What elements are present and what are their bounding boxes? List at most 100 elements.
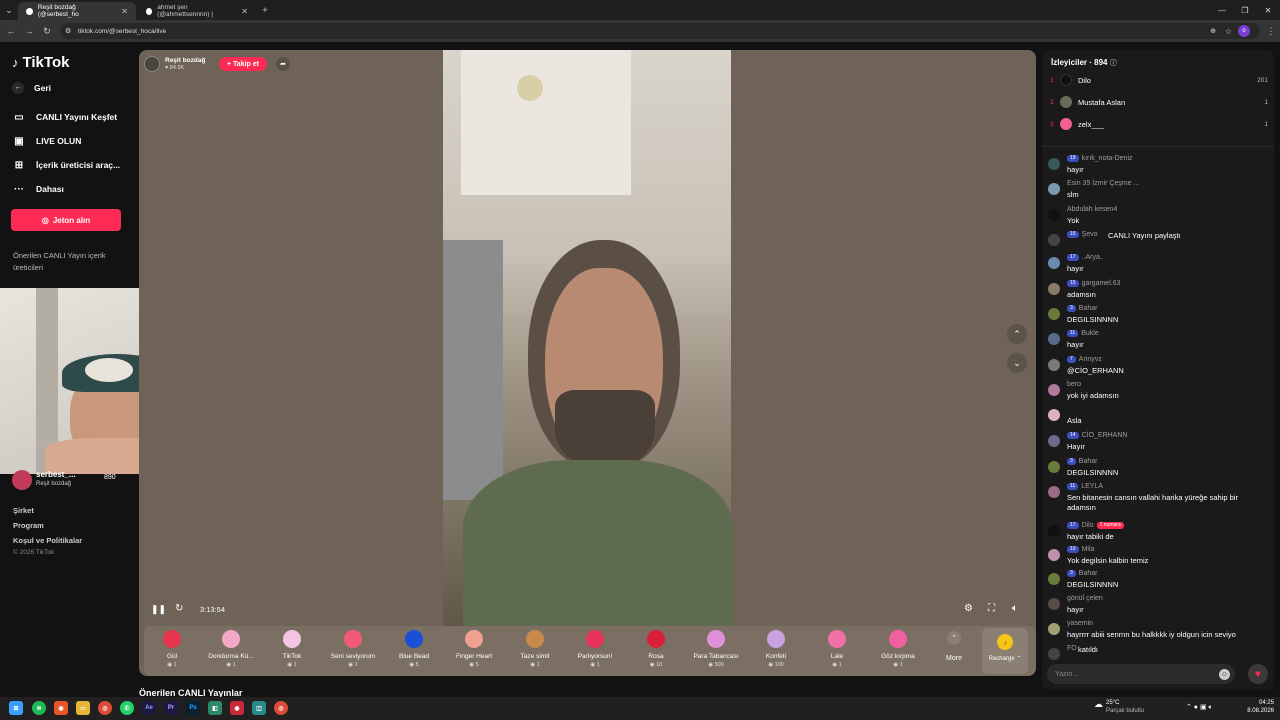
gift-item[interactable]: Göz kırpma ◉ 1 [868, 628, 928, 674]
ranking-row[interactable]: 3 zelx___ 1 [1050, 115, 1268, 133]
sidebar-item-go-live[interactable]: ▣ LIVE OLUN [12, 132, 81, 150]
chat-username[interactable]: gönül çelen [1067, 595, 1103, 602]
info-icon[interactable]: ⓘ [1110, 60, 1117, 67]
pause-icon[interactable]: ❚❚ [151, 604, 166, 615]
sidebar-item-creator-tools[interactable]: ⊞ İçerik üreticisi araç... [12, 156, 120, 174]
chrome-icon[interactable]: ◎ [274, 701, 288, 715]
sidebar-item-explore-live[interactable]: ▭ CANLI Yayını Keşfet [12, 108, 117, 126]
chat-username[interactable]: Abdulah kesen4 [1067, 206, 1117, 213]
weather-widget[interactable]: ☁ 25°C Parçalı bulutlu [1094, 699, 1144, 715]
chat-message[interactable]: Asla [1048, 406, 1268, 430]
recharge-button[interactable]: ♪ Recharge ⌃ [982, 628, 1028, 674]
host-avatar[interactable] [144, 56, 160, 72]
chat-message[interactable]: 10 Mila Yok degilsin kalbin temiz [1048, 546, 1268, 570]
footer-link-program[interactable]: Program [13, 521, 44, 530]
chat-username[interactable]: Dilo [1082, 522, 1094, 529]
tiktok-logo[interactable]: ♪ TikTok [12, 54, 69, 71]
avatar[interactable] [1048, 409, 1060, 421]
gift-item[interactable]: Dondurma Kü... ◉ 1 [201, 628, 261, 674]
close-window-icon[interactable]: ✕ [1261, 3, 1275, 17]
chat-username[interactable]: LEYLA [1081, 483, 1103, 490]
spotify-icon[interactable]: ≋ [32, 701, 46, 715]
avatar[interactable] [1048, 435, 1060, 447]
gift-item[interactable]: Finger Heart ◉ 5 [444, 628, 504, 674]
chat-username[interactable]: ..Arya.. [1082, 254, 1104, 261]
minimize-icon[interactable]: — [1215, 3, 1229, 17]
chat-username[interactable]: yasemin [1067, 620, 1093, 627]
chat-message[interactable]: 17 Dilo 1 numara hayır tabiki de [1048, 522, 1268, 546]
app-icon[interactable]: ◫ [252, 701, 266, 715]
chat-message[interactable]: Esin 35 İzmir Çeşme ... slm [1048, 180, 1268, 204]
chat-message[interactable]: 19 kırık_nota-Deniz hayır [1048, 155, 1268, 179]
avatar[interactable] [1048, 486, 1060, 498]
app-icon[interactable]: ◉ [230, 701, 244, 715]
fullscreen-icon[interactable]: ⛶ [988, 603, 995, 614]
avatar[interactable] [1048, 257, 1060, 269]
reload-icon[interactable]: ↻ [40, 24, 54, 38]
avatar[interactable] [1048, 525, 1060, 537]
sidebar-item-more[interactable]: ··· Dahası [12, 180, 64, 198]
app-icon[interactable]: ◧ [208, 701, 222, 715]
settings-icon[interactable]: ⚙ [964, 603, 973, 614]
avatar[interactable] [1048, 549, 1060, 561]
volume-icon[interactable]: 🔈︎ [1012, 603, 1018, 614]
chat-username[interactable]: Arinyvz [1079, 356, 1102, 363]
get-coins-button[interactable]: ◎ Jeton alın [11, 209, 121, 231]
footer-link-company[interactable]: Şirket [13, 506, 34, 515]
windows-start-icon[interactable]: ⊞ [9, 701, 23, 715]
avatar[interactable] [1048, 461, 1060, 473]
chat-message[interactable]: gönül çelen hayır [1048, 595, 1268, 619]
chat-username[interactable]: kırık_nota-Deniz [1082, 155, 1133, 162]
chat-username[interactable]: Mila [1082, 546, 1095, 553]
chat-username[interactable]: FO [1067, 645, 1077, 652]
host-info[interactable]: Reşit bozdağ ♥ 84.9K [144, 55, 205, 73]
new-tab-icon[interactable]: + [258, 3, 272, 17]
live-video-player[interactable]: Reşit bozdağ ♥ 84.9K + Takip et ➦ ⌃ ⌄ ❚❚… [139, 50, 1036, 676]
refresh-icon[interactable]: ↻ [175, 603, 183, 614]
chat-message[interactable]: 16 Şevo CANLI Yayını paylaştı [1048, 231, 1268, 255]
ranking-row[interactable]: 1 Dilo 201 [1050, 71, 1268, 89]
gift-item[interactable]: Gül ◉ 1 [142, 628, 202, 674]
browser-menu-icon[interactable]: ⋮ [1264, 24, 1278, 38]
bookmark-star-icon[interactable]: ☆ [1225, 27, 1232, 36]
avatar[interactable] [1048, 359, 1060, 371]
ranking-row[interactable]: 2 Mustafa Aslan 1 [1050, 93, 1268, 111]
browser-tab[interactable]: ahmet şen (@ahmettsennnn) | ✕ [138, 2, 256, 20]
avatar[interactable] [1048, 598, 1060, 610]
file-explorer-icon[interactable]: ▭ [76, 701, 90, 715]
avatar[interactable] [1048, 648, 1060, 660]
chat-message[interactable]: 17 ..Arya.. hayır [1048, 254, 1268, 278]
chat-username[interactable]: Esin 35 İzmir Çeşme ... [1067, 180, 1139, 187]
chat-input[interactable]: Yazın... ☺ [1047, 664, 1235, 684]
back-icon[interactable]: ← [4, 24, 18, 38]
avatar[interactable] [1048, 333, 1060, 345]
gift-item[interactable]: TikTok ◉ 1 [262, 628, 322, 674]
close-tab-icon[interactable]: ✕ [241, 7, 248, 16]
chat-message[interactable]: 7 Arinyvz @CİO_ERHANN [1048, 356, 1268, 380]
zoom-icon[interactable]: ⊕ [1210, 27, 1216, 35]
avatar[interactable] [1048, 209, 1060, 221]
avatar[interactable] [1048, 183, 1060, 195]
chat-message[interactable]: Abdulah kesen4 Yok [1048, 206, 1268, 230]
chat-message[interactable]: 14 CİO_ERHANN Hayır [1048, 432, 1268, 456]
next-live-button[interactable]: ⌄ [1007, 353, 1027, 373]
share-icon[interactable]: ➦ [276, 57, 290, 71]
avatar[interactable] [1048, 573, 1060, 585]
emoji-icon[interactable]: ☺ [1219, 668, 1230, 680]
chrome-icon[interactable]: ◎ [98, 701, 112, 715]
chat-username[interactable]: bero [1067, 381, 1081, 388]
chat-message[interactable]: yasemin hayrrrr abiii senrnn bu halkkkk i… [1048, 620, 1268, 644]
chat-username[interactable]: gargamel.63 [1082, 280, 1121, 287]
gift-item[interactable]: Blue Bead ◉ 5 [384, 628, 444, 674]
tab-list-icon[interactable]: ⌄ [2, 3, 16, 17]
avatar[interactable] [1048, 308, 1060, 320]
avatar[interactable] [1048, 158, 1060, 170]
chat-message[interactable]: 11 Bukle hayır [1048, 330, 1268, 354]
chat-message[interactable]: 3 Bahar DEGILSINNNN [1048, 458, 1268, 482]
gift-item[interactable]: Parlıyorsun! ◉ 1 [565, 628, 625, 674]
clock[interactable]: 04:25 8.08.2026 [1247, 699, 1274, 715]
avatar[interactable] [1048, 623, 1060, 635]
browser-tab-active[interactable]: Reşit bozdağ (@serbest_ho ✕ [18, 2, 136, 20]
chat-username[interactable]: Bahar [1079, 458, 1098, 465]
chat-username[interactable]: Bukle [1081, 330, 1099, 337]
